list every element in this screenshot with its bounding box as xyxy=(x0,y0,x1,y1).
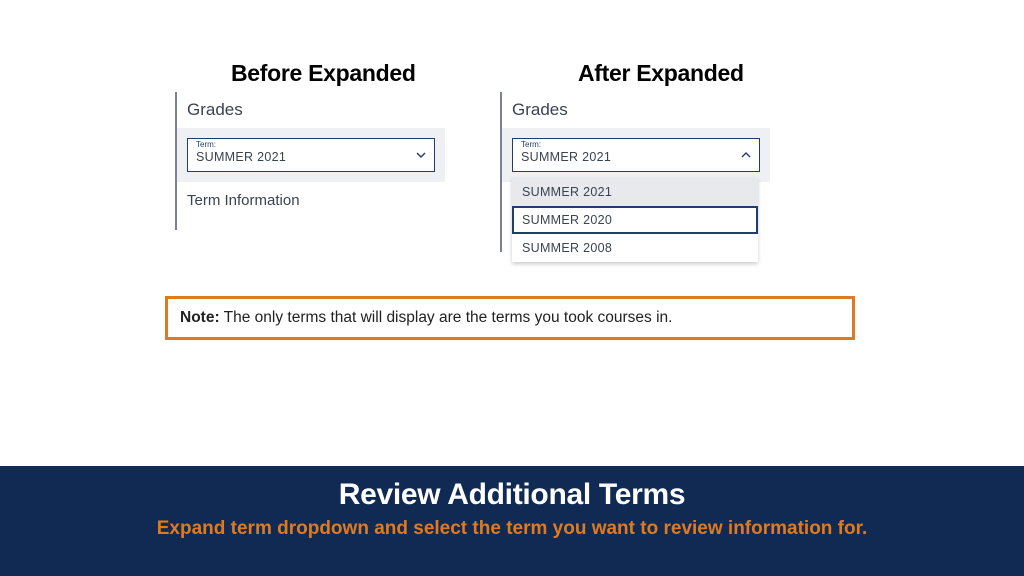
column-title-after: After Expanded xyxy=(578,60,744,87)
chevron-up-icon xyxy=(740,149,752,161)
footer-subtitle: Expand term dropdown and select the term… xyxy=(0,516,1024,542)
panel-before: Grades Term: SUMMER 2021 Term Informatio… xyxy=(175,92,445,232)
vertical-divider xyxy=(500,92,502,252)
column-title-before: Before Expanded xyxy=(231,60,416,87)
footer-banner: Review Additional Terms Expand term drop… xyxy=(0,466,1024,576)
term-dropdown-collapsed[interactable]: Term: SUMMER 2021 xyxy=(187,138,435,172)
term-select-container: Term: SUMMER 2021 xyxy=(175,128,445,182)
term-dropdown-expanded[interactable]: Term: SUMMER 2021 xyxy=(512,138,760,172)
term-option[interactable]: SUMMER 2020 xyxy=(512,206,758,234)
term-information-heading: Term Information xyxy=(175,182,445,209)
term-field-label: Term: xyxy=(521,141,735,149)
note-callout: Note: The only terms that will display a… xyxy=(165,296,855,340)
term-options-listbox: SUMMER 2021 SUMMER 2020 SUMMER 2008 xyxy=(512,178,758,262)
note-label: Note: xyxy=(180,309,220,326)
grades-heading: Grades xyxy=(500,92,770,128)
term-select-container: Term: SUMMER 2021 xyxy=(500,128,770,182)
term-selected-value: SUMMER 2021 xyxy=(196,150,410,164)
footer-title: Review Additional Terms xyxy=(0,478,1024,512)
term-selected-value: SUMMER 2021 xyxy=(521,150,735,164)
chevron-down-icon xyxy=(415,149,427,161)
note-text: The only terms that will display are the… xyxy=(220,309,673,326)
panel-after: Grades Term: SUMMER 2021 SUMMER 2021 SUM… xyxy=(500,92,770,257)
term-field-label: Term: xyxy=(196,141,410,149)
term-option[interactable]: SUMMER 2021 xyxy=(512,178,758,206)
vertical-divider xyxy=(175,92,177,230)
grades-heading: Grades xyxy=(175,92,445,128)
term-option[interactable]: SUMMER 2008 xyxy=(512,234,758,262)
